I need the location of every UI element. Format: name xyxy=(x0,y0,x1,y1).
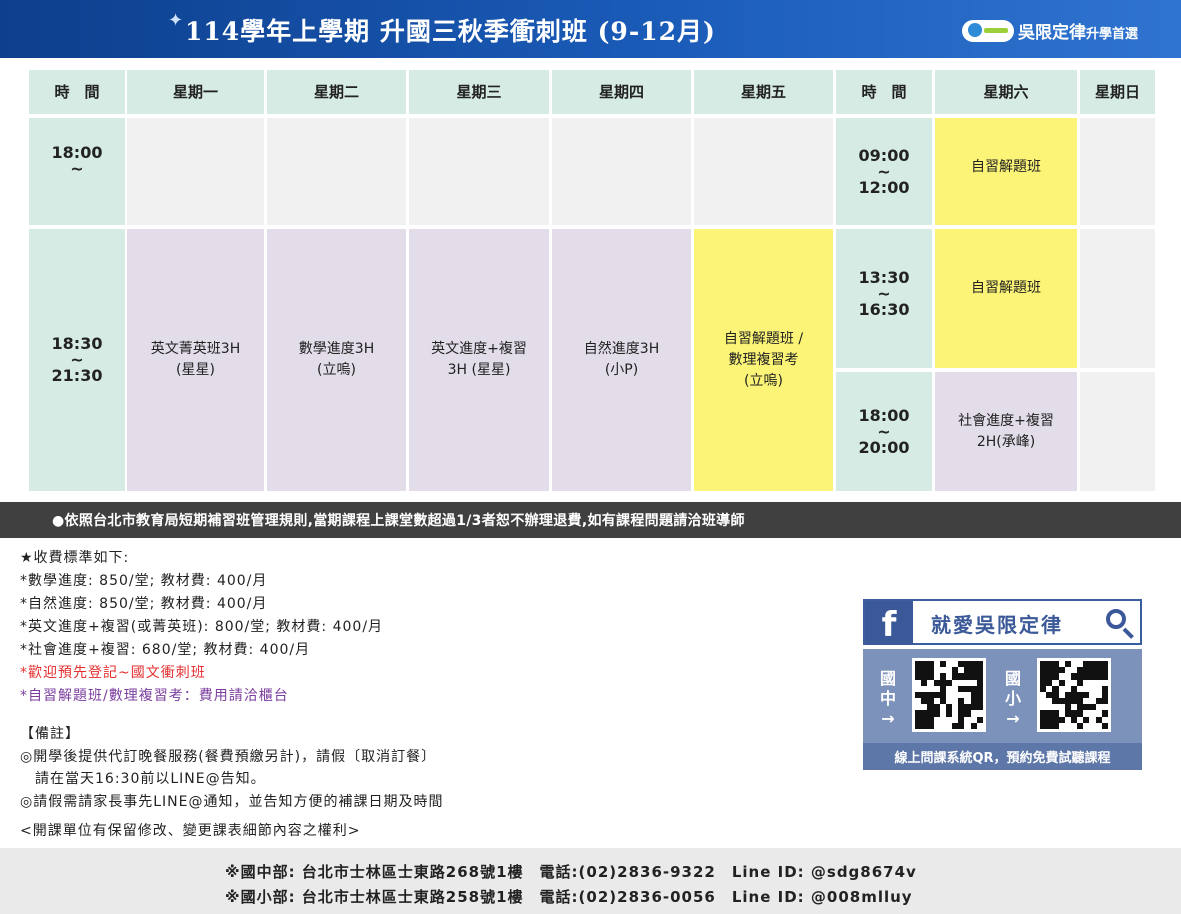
time-end: 21:30 xyxy=(51,366,103,385)
class-name: 自習解題班 / xyxy=(723,330,804,347)
label-char: 國 xyxy=(879,669,896,688)
junior-high-contact: ※國中部: 台北市士林區士東路268號1樓 電話:(02)2836-9322 L… xyxy=(225,863,917,881)
class-name: 社會進度+複習 xyxy=(958,412,1054,429)
slot-sun-morning xyxy=(1080,118,1155,225)
header-sat: 星期六 xyxy=(935,70,1077,114)
header-sun: 星期日 xyxy=(1080,70,1155,114)
fee-list: ★收費標準如下: *數學進度: 850/堂; 教材費: 400/月 *自然進度:… xyxy=(20,547,383,708)
elementary-qr-code[interactable] xyxy=(1037,658,1111,732)
arrow-icon: → xyxy=(881,709,895,728)
class-fri: 自習解題班 / 數理複習考 (立嗚) xyxy=(694,229,833,491)
facebook-search-text: 就愛吳限定律 xyxy=(931,613,1063,637)
facebook-search-bar[interactable]: f 就愛吳限定律 xyxy=(863,599,1142,645)
brand-sub: 升學首選 xyxy=(1086,27,1139,42)
arrow-icon: → xyxy=(1006,709,1020,728)
elementary-contact: ※國小部: 台北市士林區士東路258號1樓 電話:(02)2836-0056 L… xyxy=(225,888,913,906)
remark-line: ◎請假需請家長事先LINE@通知，並告知方便的補課日期及時間 xyxy=(20,793,444,810)
logo-icon xyxy=(962,19,1014,42)
junior-high-label: 國 中 → xyxy=(878,669,898,729)
brand-logo: 吳限定律升學首選 xyxy=(962,18,1138,43)
fee-item: *英文進度+複習(或菁英班): 800/堂; 教材費: 400/月 xyxy=(20,619,384,635)
search-icon xyxy=(1106,609,1126,629)
self-study-fee-note: *自習解題班/數理複習考：費用請洽櫃台 xyxy=(20,688,289,704)
class-teacher: 2H(承峰) xyxy=(976,433,1036,450)
time-end: 16:30 xyxy=(858,300,910,319)
slot-wed-1800 xyxy=(409,118,549,225)
slot-tue-1800 xyxy=(267,118,406,225)
fee-item: *自然進度: 850/堂; 教材費: 400/月 xyxy=(20,596,268,612)
slot-mon-1800 xyxy=(127,118,264,225)
class-name: 英文菁英班3H xyxy=(150,341,241,357)
fee-title: ★收費標準如下: xyxy=(20,550,130,566)
time-end: 20:00 xyxy=(858,437,910,457)
header-banner: ✦ 114學年上學期 升國三秋季衝刺班 (9-12月) 吳限定律升學首選 xyxy=(0,0,1181,58)
header-wed: 星期三 xyxy=(409,70,549,114)
elementary-label: 國 小 → xyxy=(1003,669,1023,729)
label-char: 國 xyxy=(1004,669,1021,688)
qr-code-area: 國 中 → 國 小 → 線上問課系統QR，預約免費試聽課程 xyxy=(863,649,1142,770)
time-slot-1830-2130: 18:30 ~ 21:30 xyxy=(29,229,125,491)
class-name: 數學進度3H xyxy=(298,341,375,357)
header-tue: 星期二 xyxy=(267,70,406,114)
brand-main: 吳限定律 xyxy=(1018,23,1086,43)
page-title: 114學年上學期 升國三秋季衝刺班 (9-12月) xyxy=(185,17,716,46)
class-tue: 數學進度3H (立嗚) xyxy=(267,229,406,491)
class-sat-evening: 社會進度+複習 2H(承峰) xyxy=(935,372,1077,491)
class-sat-morning: 自習解題班 xyxy=(935,118,1077,225)
fee-item: *數學進度: 850/堂; 教材費: 400/月 xyxy=(20,573,268,589)
footer-contact: ※國中部: 台北市士林區士東路268號1樓 電話:(02)2836-9322 L… xyxy=(0,848,1181,914)
label-char: 小 xyxy=(1004,689,1021,708)
time-slot-0900-1200: 09:00 ~ 12:00 xyxy=(836,118,932,225)
time-end: 12:00 xyxy=(858,177,910,197)
header-thu: 星期四 xyxy=(552,70,691,114)
header-fri: 星期五 xyxy=(694,70,833,114)
slot-thu-1800 xyxy=(552,118,691,225)
facebook-icon: f xyxy=(865,601,913,645)
label-char: 中 xyxy=(879,689,896,708)
facebook-qr-panel: f 就愛吳限定律 國 中 → 國 小 → 線上問課系統QR，預約免費試聽課程 xyxy=(863,599,1142,770)
class-thu: 自然進度3H (小P) xyxy=(552,229,691,491)
time-separator: ~ xyxy=(70,159,84,178)
qr-module xyxy=(1101,722,1108,729)
class-name: 自然進度3H xyxy=(583,341,660,357)
class-name: 英文進度+複習 xyxy=(431,341,527,357)
header-time-weekend: 時 間 xyxy=(836,70,932,114)
remarks-title: 【備註】 xyxy=(20,726,80,742)
qr-module xyxy=(977,723,983,729)
class-teacher: (立嗚) xyxy=(317,362,356,378)
time-slot-1330-1630: 13:30 ~ 16:30 xyxy=(836,229,932,368)
class-wed: 英文進度+複習 3H (星星) xyxy=(409,229,549,491)
slot-fri-1800 xyxy=(694,118,833,225)
brand-name: 吳限定律升學首選 xyxy=(1018,18,1138,43)
class-mon: 英文菁英班3H (星星) xyxy=(127,229,264,491)
remarks: 【備註】 ◎開學後提供代訂晚餐服務(餐費預繳另計)，請假〔取消訂餐〕 請在當天1… xyxy=(20,723,443,813)
header-time-weekday: 時 間 xyxy=(29,70,125,114)
chinese-class-note: *歡迎預先登記~國文衝刺班 xyxy=(20,665,206,681)
class-teacher: (小P) xyxy=(604,362,639,378)
class-teacher: 3H (星星) xyxy=(447,362,511,378)
fee-item: *社會進度+複習: 680/堂; 教材費: 400/月 xyxy=(20,642,311,658)
slot-sun-afternoon xyxy=(1080,229,1155,368)
class-name-2: 數理複習考 xyxy=(728,351,799,368)
header-mon: 星期一 xyxy=(127,70,264,114)
class-teacher: (立嗚) xyxy=(744,372,783,389)
junior-high-qr-code[interactable] xyxy=(912,658,986,732)
rights-statement: <開課單位有保留修改、變更課表細節內容之權利> xyxy=(20,823,361,839)
refund-notice: ●依照台北市教育局短期補習班管理規則,當期課程上課堂數超過1/3者恕不辦理退費,… xyxy=(0,502,1181,538)
slot-sun-evening xyxy=(1080,372,1155,491)
time-slot-1800-2000: 18:00 ~ 20:00 xyxy=(836,372,932,491)
remark-line: ◎開學後提供代訂晚餐服務(餐費預繳另計)，請假〔取消訂餐〕 xyxy=(20,748,437,765)
class-teacher: (星星) xyxy=(176,362,215,378)
qr-caption: 線上問課系統QR，預約免費試聽課程 xyxy=(863,743,1142,770)
remark-line: 請在當天16:30前以LINE@告知。 xyxy=(20,771,266,787)
class-sat-afternoon: 自習解題班 xyxy=(935,229,1077,368)
time-slot-1800: 18:00 ~ xyxy=(29,118,125,225)
